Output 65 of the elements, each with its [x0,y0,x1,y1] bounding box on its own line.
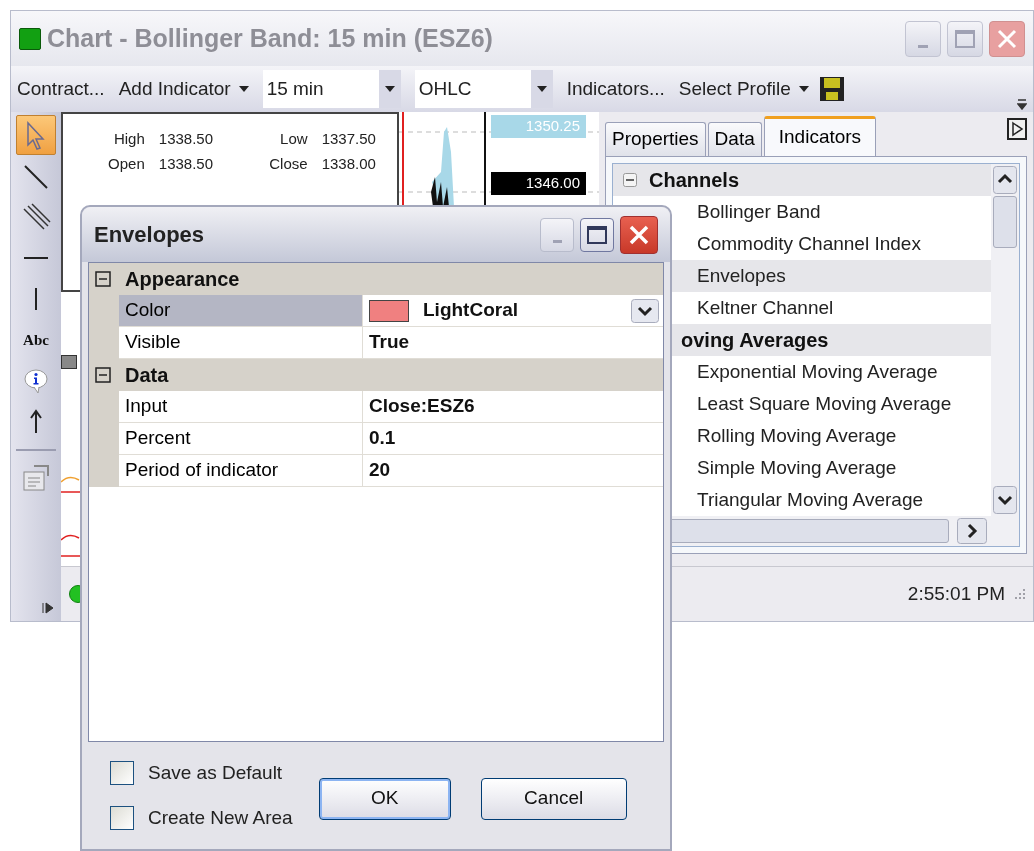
close-button[interactable] [620,215,658,254]
quote-value: 1338.50 [158,129,215,149]
quote-value: 1337.50 [321,129,377,149]
price-label: 1350.25 [491,115,586,138]
close-icon [996,27,1018,50]
caret-icon [238,86,249,92]
property-name[interactable]: Percent [119,423,363,455]
scroll-right-icon[interactable] [957,518,987,544]
property-value[interactable]: 0.1 [369,424,396,453]
dialog-button[interactable]: OK [318,777,451,820]
collapse-icon[interactable] [623,173,637,187]
scroll-up-icon[interactable] [993,166,1017,194]
collapse-icon[interactable] [95,271,111,287]
dropdown-caret-icon[interactable] [631,298,659,323]
tab[interactable]: Properties [605,122,706,156]
property-value[interactable]: 20 [369,456,391,485]
app-logo-icon [19,27,41,50]
scroll-down-icon[interactable] [993,486,1017,514]
category-label: Data [125,363,169,388]
vertical-scrollbar[interactable] [991,164,1019,516]
checkbox-label: Save as Default [148,761,283,785]
resize-grip-icon[interactable] [1013,587,1027,601]
quote-value: 1338.00 [321,153,377,174]
tab[interactable]: Data [707,122,762,156]
property-name[interactable]: Input [119,391,363,423]
horizontal-line-icon [23,257,49,259]
scroll-thumb[interactable] [993,196,1017,248]
status-time: 2:55:01 PM [907,581,1005,606]
price-label: 1346.00 [491,172,586,195]
quote-label: Open [107,153,145,174]
property-name[interactable]: Period of indicator [119,455,363,487]
dropdown-caret-icon[interactable] [530,70,553,108]
collapse-icon[interactable] [95,367,111,383]
caret-icon [798,86,809,92]
text-tool-button[interactable]: Abc [16,320,56,360]
quote-label: High [112,129,145,149]
chart-marker [61,355,77,369]
property-value[interactable]: True [369,328,410,357]
checkbox-label: Create New Area [148,805,293,830]
vertical-line-icon [35,287,37,311]
properties-sheet-icon [20,462,52,494]
toolbar-overflow-icon[interactable] [1017,98,1027,110]
dialog-title: Envelopes [94,221,205,249]
property-name[interactable]: Color [119,295,363,327]
tab[interactable]: Indicators [763,116,877,156]
category-label: Appearance [125,267,240,292]
expand-toolbar-icon[interactable] [41,601,55,615]
dialog-button[interactable]: Cancel [480,777,627,820]
checkbox[interactable] [110,805,134,830]
dropdown-caret-icon[interactable] [378,70,401,108]
checkbox[interactable] [110,761,134,786]
toolbar-menu-button[interactable]: Select Profile [678,74,809,104]
toolbar-button[interactable]: Indicators... [566,74,665,104]
toolbar-button[interactable]: Contract... [17,74,105,104]
property-name[interactable]: Visible [119,327,363,359]
toolbar-menu-button[interactable]: Add Indicator [118,74,249,104]
quote-label: Close [268,153,308,174]
quote-value: 1338.50 [158,153,215,174]
dropdown-field[interactable]: 15 min [262,70,401,108]
save-icon[interactable] [818,76,845,102]
quote-label: Low [279,129,308,149]
expand-panel-icon[interactable] [1007,118,1027,140]
maximize-button[interactable] [580,217,614,252]
window-title: Chart - Bollinger Band: 15 min (ESZ6) [47,22,493,54]
dropdown-field[interactable]: OHLC [414,70,553,108]
